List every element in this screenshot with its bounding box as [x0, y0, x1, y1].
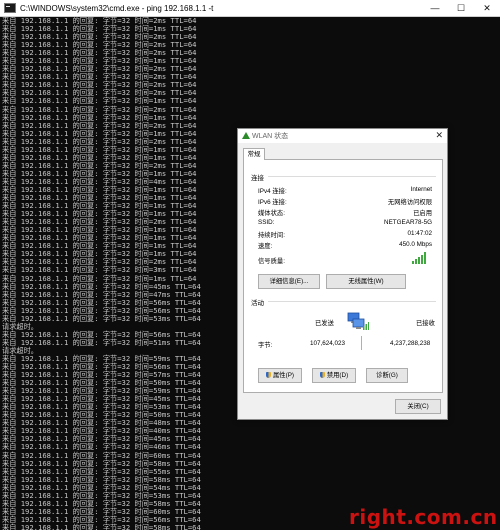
- ipv4-value: Internet: [410, 186, 432, 193]
- shield-icon: [319, 372, 325, 378]
- dialog-close-icon[interactable]: ✕: [435, 130, 443, 141]
- bytes-received-value: 4,237,288,238: [390, 340, 431, 347]
- wlan-status-dialog[interactable]: WLAN 状态 ✕ 常规 连接 IPv4 连接: Internet IPv6 连…: [237, 128, 448, 420]
- signal-bar-4: [421, 255, 423, 264]
- activity-divider: [268, 301, 436, 302]
- cmd-window-title: C:\WINDOWS\system32\cmd.exe - ping 192.1…: [20, 3, 214, 13]
- activity-heading: 活动: [251, 300, 264, 307]
- speed-label: 速度:: [258, 243, 273, 250]
- minimize-button[interactable]: —: [422, 0, 448, 16]
- wifi-icon: [242, 132, 250, 139]
- close-button[interactable]: ✕: [474, 0, 500, 16]
- connection-heading: 连接: [251, 175, 264, 182]
- signal-strength-icon: [412, 252, 428, 264]
- properties-button[interactable]: 属性(P): [258, 368, 302, 383]
- dialog-close-button[interactable]: 关闭(C): [395, 399, 441, 414]
- connection-divider: [268, 176, 436, 177]
- signal-bar-5: [424, 252, 426, 264]
- signal-quality-label: 信号质量:: [258, 258, 285, 265]
- cmd-app-icon: [4, 3, 16, 13]
- duration-label: 持续时间:: [258, 232, 285, 239]
- diagnose-button[interactable]: 诊断(G): [366, 368, 408, 383]
- disable-button-label: 禁用(D): [326, 372, 349, 379]
- signal-bar-2: [415, 259, 417, 264]
- media-state-value: 已启用: [413, 210, 432, 217]
- disable-button[interactable]: 禁用(D): [312, 368, 356, 383]
- properties-button-label: 属性(P): [273, 372, 294, 379]
- shield-icon: [266, 372, 271, 378]
- maximize-button[interactable]: ☐: [448, 0, 474, 16]
- wireless-properties-button[interactable]: 无线属性(W): [326, 274, 406, 289]
- sent-label: 已发送: [315, 320, 334, 327]
- signal-bar-1: [412, 261, 414, 264]
- window-controls: — ☐ ✕: [422, 0, 500, 16]
- speed-value: 450.0 Mbps: [399, 241, 432, 248]
- signal-bar-3: [418, 257, 420, 264]
- watermark-text: right.com.cn: [349, 505, 498, 529]
- media-state-label: 媒体状态:: [258, 210, 285, 217]
- ssid-value: NETGEAR78-5G: [384, 219, 432, 226]
- received-label: 已接收: [416, 320, 435, 327]
- cmd-titlebar[interactable]: C:\WINDOWS\system32\cmd.exe - ping 192.1…: [0, 0, 500, 17]
- bytes-label: 字节:: [258, 342, 273, 349]
- bytes-sent-value: 107,624,023: [310, 340, 346, 347]
- dialog-title: WLAN 状态: [252, 133, 289, 140]
- network-computers-icon: [347, 312, 369, 330]
- general-panel: 连接 IPv4 连接: Internet IPv6 连接: 无网络访问权限 媒体…: [243, 159, 443, 393]
- ssid-label: SSID:: [258, 219, 275, 226]
- details-button[interactable]: 详细信息(E)...: [258, 274, 320, 289]
- tab-general[interactable]: 常规: [243, 148, 265, 160]
- duration-value: 01:47:02: [407, 230, 432, 237]
- ipv6-value: 无网络访问权限: [387, 199, 432, 206]
- dialog-titlebar[interactable]: WLAN 状态 ✕: [238, 129, 447, 143]
- ipv4-label: IPv4 连接:: [258, 188, 287, 195]
- ipv6-label: IPv6 连接:: [258, 199, 287, 206]
- bytes-separator: [361, 336, 362, 350]
